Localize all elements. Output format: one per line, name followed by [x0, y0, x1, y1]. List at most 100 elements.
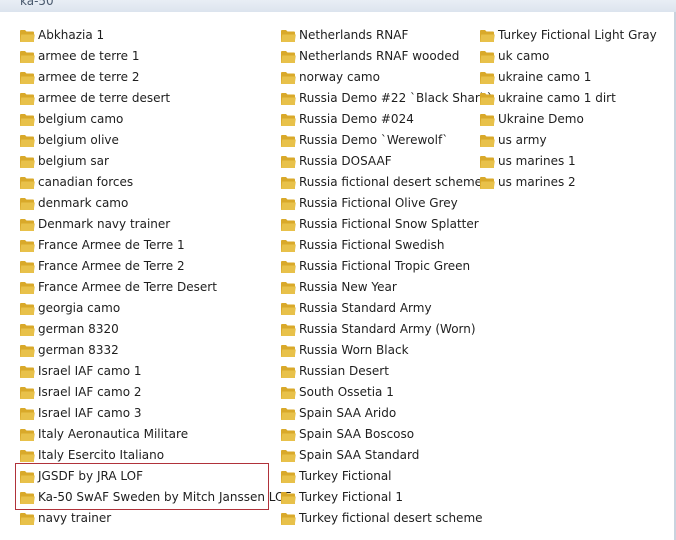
folder-item[interactable]: Russia DOSAAF	[280, 151, 493, 172]
folder-item[interactable]: ukraine camo 1	[479, 67, 657, 88]
folder-icon	[281, 197, 296, 210]
folder-name: Russia Standard Army	[299, 301, 432, 315]
folder-item[interactable]: Ka-50 SwAF Sweden by Mitch Janssen LOF	[19, 487, 291, 508]
folder-name: Russia Demo #024	[299, 112, 414, 126]
folder-item[interactable]: Italy Esercito Italiano	[19, 445, 291, 466]
folder-name: Italy Esercito Italiano	[38, 448, 165, 462]
folder-name: Russia DOSAAF	[299, 154, 392, 168]
file-list-area[interactable]: Abkhazia 1 armee de terre 1 armee de ter…	[0, 12, 676, 540]
folder-item[interactable]: Russian Desert	[280, 361, 493, 382]
folder-item[interactable]: us army	[479, 130, 657, 151]
folder-item[interactable]: Russia Demo #024	[280, 109, 493, 130]
folder-item[interactable]: Russia New Year	[280, 277, 493, 298]
folder-icon	[20, 71, 35, 84]
folder-item[interactable]: norway camo	[280, 67, 493, 88]
folder-name: uk camo	[498, 49, 550, 63]
folder-icon	[281, 491, 296, 504]
folder-item[interactable]: Russia Demo `Werewolf`	[280, 130, 493, 151]
folder-column-3: Turkey Fictional Light Gray uk camo ukra…	[479, 25, 657, 193]
folder-item[interactable]: France Armee de Terre 2	[19, 256, 291, 277]
folder-name: Israel IAF camo 2	[38, 385, 142, 399]
folder-item[interactable]: Russia fictional desert scheme	[280, 172, 493, 193]
folder-icon	[281, 71, 296, 84]
folder-name: Israel IAF camo 1	[38, 364, 142, 378]
folder-item[interactable]: navy trainer	[19, 508, 291, 529]
folder-item[interactable]: uk camo	[479, 46, 657, 67]
folder-item[interactable]: Russia Worn Black	[280, 340, 493, 361]
folder-name: Netherlands RNAF wooded	[299, 49, 460, 63]
folder-item[interactable]: belgium olive	[19, 130, 291, 151]
folder-item[interactable]: ukraine camo 1 dirt	[479, 88, 657, 109]
folder-item[interactable]: Israel IAF camo 1	[19, 361, 291, 382]
folder-item[interactable]: Turkey fictional desert scheme	[280, 508, 493, 529]
folder-icon	[281, 92, 296, 105]
folder-item[interactable]: Ukraine Demo	[479, 109, 657, 130]
folder-item[interactable]: Russia Fictional Tropic Green	[280, 256, 493, 277]
folder-name: german 8332	[38, 343, 119, 357]
folder-name: Russia Fictional Olive Grey	[299, 196, 458, 210]
folder-item[interactable]: Turkey Fictional 1	[280, 487, 493, 508]
folder-name: us army	[498, 133, 547, 147]
folder-item[interactable]: Spain SAA Standard	[280, 445, 493, 466]
folder-name: Russia Fictional Tropic Green	[299, 259, 471, 273]
folder-item[interactable]: Denmark navy trainer	[19, 214, 291, 235]
folder-name: german 8320	[38, 322, 119, 336]
folder-item[interactable]: JGSDF by JRA LOF	[19, 466, 291, 487]
folder-item[interactable]: Russia Standard Army	[280, 298, 493, 319]
folder-item[interactable]: Abkhazia 1	[19, 25, 291, 46]
folder-name: Turkey Fictional Light Gray	[498, 28, 657, 42]
folder-item[interactable]: France Armee de Terre Desert	[19, 277, 291, 298]
folder-name: Russia Demo `Werewolf`	[299, 133, 449, 147]
folder-icon	[281, 449, 296, 462]
folder-icon	[20, 197, 35, 210]
folder-item[interactable]: belgium camo	[19, 109, 291, 130]
folder-icon	[480, 113, 495, 126]
folder-icon	[281, 260, 296, 273]
folder-item[interactable]: canadian forces	[19, 172, 291, 193]
folder-item[interactable]: Netherlands RNAF wooded	[280, 46, 493, 67]
folder-item[interactable]: armee de terre desert	[19, 88, 291, 109]
folder-item[interactable]: Spain SAA Arido	[280, 403, 493, 424]
folder-item[interactable]: France Armee de Terre 1	[19, 235, 291, 256]
folder-icon	[20, 50, 35, 63]
folder-item[interactable]: Russia Standard Army (Worn)	[280, 319, 493, 340]
folder-icon	[20, 260, 35, 273]
folder-item[interactable]: Russia Fictional Olive Grey	[280, 193, 493, 214]
folder-item[interactable]: Israel IAF camo 3	[19, 403, 291, 424]
folder-item[interactable]: belgium sar	[19, 151, 291, 172]
folder-name: navy trainer	[38, 511, 112, 525]
folder-item[interactable]: Russia Demo #22 `Black Shark`	[280, 88, 493, 109]
folder-icon	[20, 491, 35, 504]
folder-name: ukraine camo 1 dirt	[498, 91, 616, 105]
folder-name: Turkey Fictional 1	[299, 490, 403, 504]
folder-item[interactable]: armee de terre 1	[19, 46, 291, 67]
folder-item[interactable]: Israel IAF camo 2	[19, 382, 291, 403]
folder-item[interactable]: denmark camo	[19, 193, 291, 214]
folder-item[interactable]: georgia camo	[19, 298, 291, 319]
folder-item[interactable]: South Ossetia 1	[280, 382, 493, 403]
folder-icon	[281, 470, 296, 483]
folder-item[interactable]: Russia Fictional Snow Splatter	[280, 214, 493, 235]
folder-item[interactable]: armee de terre 2	[19, 67, 291, 88]
folder-item[interactable]: Turkey Fictional	[280, 466, 493, 487]
folder-item[interactable]: Spain SAA Boscoso	[280, 424, 493, 445]
folder-item[interactable]: us marines 1	[479, 151, 657, 172]
folder-icon	[480, 50, 495, 63]
folder-name: Russia Demo #22 `Black Shark`	[299, 91, 493, 105]
folder-item[interactable]: Russia Fictional Swedish	[280, 235, 493, 256]
folder-icon	[20, 407, 35, 420]
folder-icon	[281, 302, 296, 315]
folder-icon	[281, 512, 296, 525]
folder-item[interactable]: german 8320	[19, 319, 291, 340]
folder-column-1: Abkhazia 1 armee de terre 1 armee de ter…	[19, 25, 291, 529]
folder-item[interactable]: Turkey Fictional Light Gray	[479, 25, 657, 46]
folder-item[interactable]: us marines 2	[479, 172, 657, 193]
folder-item[interactable]: german 8332	[19, 340, 291, 361]
folder-icon	[20, 176, 35, 189]
folder-name: Turkey Fictional	[299, 469, 392, 483]
folder-item[interactable]: Netherlands RNAF	[280, 25, 493, 46]
folder-icon	[480, 71, 495, 84]
folder-icon	[20, 428, 35, 441]
folder-item[interactable]: Italy Aeronautica Militare	[19, 424, 291, 445]
folder-icon	[281, 50, 296, 63]
